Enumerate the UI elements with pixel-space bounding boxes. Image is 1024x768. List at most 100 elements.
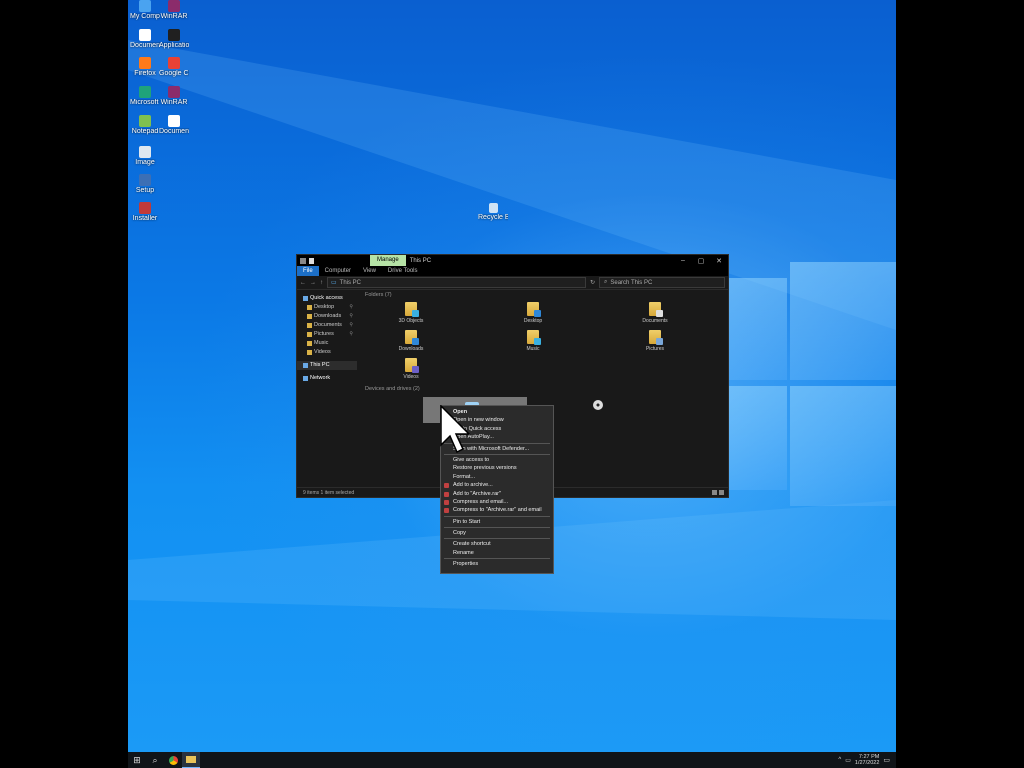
windows-logo-pane-tr — [790, 262, 896, 380]
up-arrow-icon[interactable]: ↑ — [320, 280, 323, 286]
dvd-drive-icon[interactable] — [593, 400, 603, 410]
desktop-icon-image[interactable]: Image — [130, 146, 160, 167]
folder-downloads[interactable]: Downloads — [381, 330, 441, 352]
ribbon-tab-view[interactable]: View — [357, 266, 382, 276]
back-arrow-icon[interactable]: ← — [300, 280, 306, 286]
folder-icon — [405, 330, 419, 345]
clock[interactable]: 7:27 PM 1/27/2022 — [855, 754, 879, 766]
desktop-icon-app-2[interactable]: Setup — [130, 174, 160, 195]
pin-icon[interactable]: ⚲ — [349, 303, 353, 312]
system-tray-chevron-icon[interactable]: ^ — [838, 757, 841, 763]
maximize-button[interactable]: ▢ — [692, 257, 710, 265]
pin-icon[interactable]: ⚲ — [349, 312, 353, 321]
start-button[interactable]: ⊞ — [128, 752, 146, 768]
folder-videos[interactable]: Videos — [381, 358, 441, 380]
network-icon[interactable]: ▭ — [845, 757, 851, 764]
nav-item-documents[interactable]: Documents ⚲ — [297, 321, 357, 330]
folders-group-header[interactable]: Folders (7) — [365, 292, 392, 298]
folder-badge-icon — [534, 310, 541, 317]
desktop-icon-this-pc[interactable]: My Compu... — [130, 0, 160, 21]
notification-icon[interactable]: ▭ — [883, 756, 890, 764]
desktop-icon-rar-2[interactable]: WinRAR — [159, 86, 189, 107]
ribbon-tab-computer[interactable]: Computer — [319, 266, 357, 276]
folder-pictures[interactable]: Pictures — [625, 330, 685, 352]
refresh-icon[interactable]: ↻ — [590, 279, 595, 286]
nav-item-videos[interactable]: Videos — [297, 348, 357, 357]
desktop-icon-recycle-bin[interactable]: Recycle Bin — [478, 203, 508, 222]
folder-documents[interactable]: Documents — [625, 302, 685, 324]
drives-group-header[interactable]: Devices and drives (2) — [365, 386, 420, 392]
details-view-icon[interactable] — [712, 490, 717, 495]
desktop-icon-app-1[interactable]: Application — [159, 29, 189, 50]
desktop-icon-app-3[interactable]: Installer — [130, 202, 160, 223]
menu-item-label: Restore previous versions — [453, 465, 517, 472]
desktop-icon-firefox[interactable]: Firefox — [130, 57, 160, 78]
desktop-icon-edge[interactable]: Microsoft Edge — [130, 86, 160, 107]
windows-logo-pane-br — [790, 386, 896, 506]
search-button[interactable]: ⌕ — [146, 752, 164, 768]
taskbar-file-explorer[interactable] — [182, 752, 200, 768]
menu-item-copy[interactable]: Copy — [441, 529, 553, 537]
desktop-icon-winrar[interactable]: WinRAR — [159, 0, 189, 21]
nav-item-desktop[interactable]: Desktop ⚲ — [297, 303, 357, 312]
menu-item-create-shortcut[interactable]: Create shortcut — [441, 540, 553, 548]
taskbar-chrome[interactable] — [164, 752, 182, 768]
folder-label: Pictures — [645, 346, 665, 352]
properties-quick-icon[interactable] — [309, 257, 314, 264]
menu-item-compress-to-archive-rar-and-email[interactable]: Compress to "Archive.rar" and email — [441, 506, 553, 514]
minimize-button[interactable]: – — [674, 257, 692, 265]
folder-label: Music — [526, 346, 540, 352]
nav-item-pictures[interactable]: Pictures ⚲ — [297, 330, 357, 339]
menu-item-format[interactable]: Format... — [441, 473, 553, 481]
forward-arrow-icon[interactable]: → — [310, 280, 316, 286]
manage-tab[interactable]: Manage — [370, 255, 406, 266]
app-3-icon — [139, 202, 151, 214]
nav-item-this-pc[interactable]: This PC — [297, 361, 357, 370]
desktop-icon-label: Notepad — [131, 128, 159, 135]
desktop-icon-file-1[interactable]: Document — [130, 29, 160, 50]
desktop-icon-chrome[interactable]: Google Chrome — [159, 57, 189, 78]
app-1-icon — [168, 29, 180, 41]
close-button[interactable]: ✕ — [710, 257, 728, 265]
quick-access-toolbar-icon[interactable] — [300, 257, 306, 264]
large-icons-view-icon[interactable] — [719, 490, 724, 495]
pin-icon[interactable]: ⚲ — [349, 321, 353, 330]
menu-item-pin-to-start[interactable]: Pin to Start — [441, 518, 553, 526]
menu-item-give-access-to[interactable]: Give access to — [441, 456, 553, 464]
menu-item-properties[interactable]: Properties — [441, 560, 553, 568]
menu-item-compress-and-email[interactable]: Compress and email... — [441, 498, 553, 506]
desktop-icon-file-2[interactable]: Notepad — [130, 115, 160, 136]
folder-desktop[interactable]: Desktop — [503, 302, 563, 324]
nav-item-label: Documents — [314, 322, 342, 328]
ribbon-tab-drive-tools[interactable]: Drive Tools — [382, 266, 424, 276]
recycle-bin-label: Recycle Bin — [478, 214, 508, 221]
nav-item-music[interactable]: Music — [297, 339, 357, 348]
folder-music[interactable]: Music — [503, 330, 563, 352]
menu-item-add-to-archive[interactable]: Add to archive... — [441, 481, 553, 489]
folder-icon — [405, 302, 419, 317]
file-1-icon — [139, 29, 151, 41]
nav-item-network[interactable]: Network — [297, 374, 357, 383]
menu-item-rename[interactable]: Rename — [441, 549, 553, 557]
menu-item-add-to-archive-rar[interactable]: Add to "Archive.rar" — [441, 490, 553, 498]
nav-item-label: Network — [310, 375, 331, 381]
folder-3d-objects[interactable]: 3D Objects — [381, 302, 441, 324]
nav-node-icon — [303, 363, 308, 368]
desktop-icon-file-3[interactable]: Document — [159, 115, 189, 136]
ribbon-tab-file[interactable]: File — [297, 266, 319, 276]
pin-icon[interactable]: ⚲ — [349, 330, 353, 339]
menu-item-restore-previous-versions[interactable]: Restore previous versions — [441, 464, 553, 472]
menu-separator — [444, 515, 550, 517]
folder-badge-icon — [412, 310, 419, 317]
nav-item-quick-access[interactable]: Quick access — [297, 294, 357, 303]
folder-badge-icon — [412, 366, 419, 373]
folder-icon — [307, 305, 312, 310]
title-bar[interactable]: Manage This PC – ▢ ✕ — [297, 255, 728, 266]
search-input[interactable]: ⌕ Search This PC — [599, 277, 725, 288]
winrar-icon — [444, 499, 449, 505]
nav-item-downloads[interactable]: Downloads ⚲ — [297, 312, 357, 321]
address-bar[interactable]: ▭ This PC — [327, 277, 586, 288]
address-toolbar: ← → ↑ ▭ This PC ↻ ⌕ Search This PC — [297, 276, 728, 290]
taskbar: ⊞ ⌕ ^ ▭ 7:27 PM 1/27/2022 ▭ — [128, 752, 896, 768]
folder-icon — [307, 332, 312, 337]
